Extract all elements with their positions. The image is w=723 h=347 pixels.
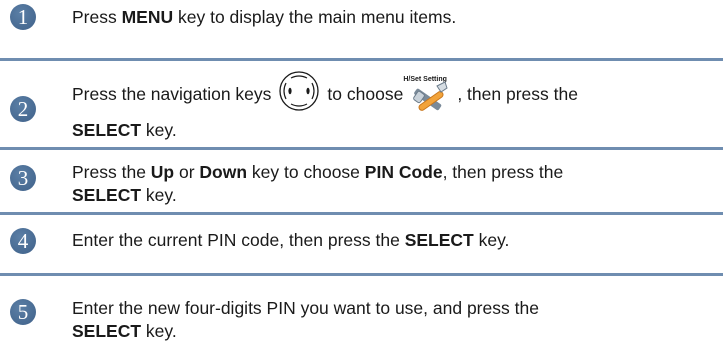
navigation-keys-icon: [277, 69, 321, 119]
step-3: 3 Press the Up or Down key to choose PIN…: [0, 151, 723, 209]
step-text: Press the navigation keys to choose H/Se…: [72, 70, 715, 142]
step-text: Press the Up or Down key to choose PIN C…: [72, 162, 564, 205]
step-text: Enter the new four-digits PIN you want t…: [72, 298, 539, 341]
step-4: 4 Enter the current PIN code, then press…: [0, 216, 723, 272]
step-number-badge: 1: [10, 4, 36, 30]
step-number-badge: 3: [10, 165, 36, 191]
step-number-badge: 5: [10, 299, 36, 325]
step-5: 5 Enter the new four-digits PIN you want…: [0, 277, 723, 347]
separator-line: [0, 273, 723, 276]
step-text: Press MENU key to display the main menu …: [72, 7, 457, 27]
step-2: 2 Press the navigation keys to choose H/…: [0, 62, 723, 144]
step-number-badge: 2: [10, 96, 36, 122]
handset-setting-icon: H/Set Setting: [403, 72, 451, 116]
step-1: 1 Press MENU key to display the main men…: [0, 0, 723, 55]
separator-line: [0, 58, 723, 61]
step-text: Enter the current PIN code, then press t…: [72, 230, 510, 250]
separator-line: [0, 212, 723, 215]
separator-line: [0, 147, 723, 150]
step-number-badge: 4: [10, 228, 36, 254]
